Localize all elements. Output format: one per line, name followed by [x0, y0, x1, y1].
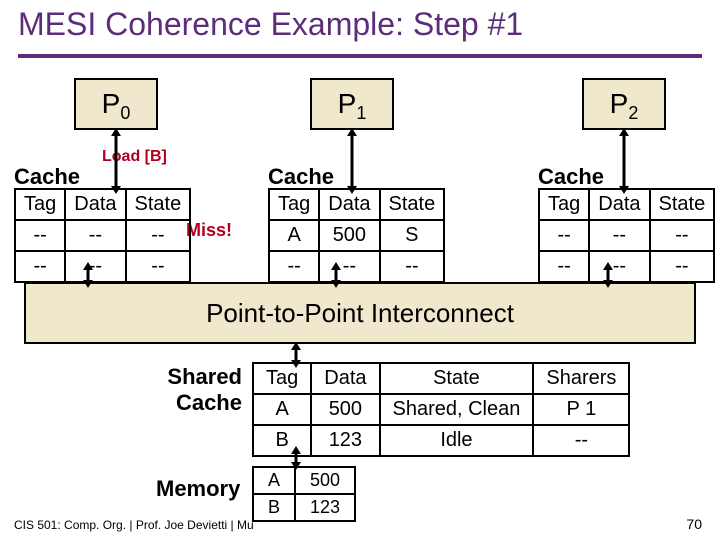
slide-title: MESI Coherence Example: Step #1 [18, 6, 523, 43]
cache1-table: TagDataState A500S ------ [268, 188, 445, 283]
memory-label: Memory [156, 476, 240, 502]
processor-p1: P1 [310, 78, 394, 130]
arrow-cache2-bus [600, 262, 616, 288]
arrow-p1-cache [344, 128, 360, 194]
arrow-sc-mem [288, 446, 304, 470]
arrow-cache0-bus [80, 262, 96, 288]
arrow-p2-cache [616, 128, 632, 194]
cache2-table: TagDataState ------ ------ [538, 188, 715, 283]
cache2-label: Cache [538, 164, 604, 190]
memory-table: A500 B123 [252, 466, 356, 522]
page-number: 70 [686, 516, 702, 532]
arrow-p0-cache [108, 128, 124, 194]
processor-p0: P0 [74, 78, 158, 130]
shared-cache-label: SharedCache [152, 364, 242, 416]
miss-annotation: Miss! [186, 220, 232, 241]
shared-cache-table: TagDataStateSharers A500Shared, CleanP 1… [252, 362, 630, 457]
interconnect-bus: Point-to-Point Interconnect [24, 282, 696, 344]
arrow-cache1-bus [328, 262, 344, 288]
cache0-table: TagDataState ------ ------ [14, 188, 191, 283]
cache1-label: Cache [268, 164, 334, 190]
footer-text: CIS 501: Comp. Org. | Prof. Joe Devietti… [14, 518, 254, 532]
cache0-label: Cache [14, 164, 80, 190]
processor-p2: P2 [582, 78, 666, 130]
arrow-bus-sc [288, 342, 304, 368]
title-divider [18, 54, 702, 58]
